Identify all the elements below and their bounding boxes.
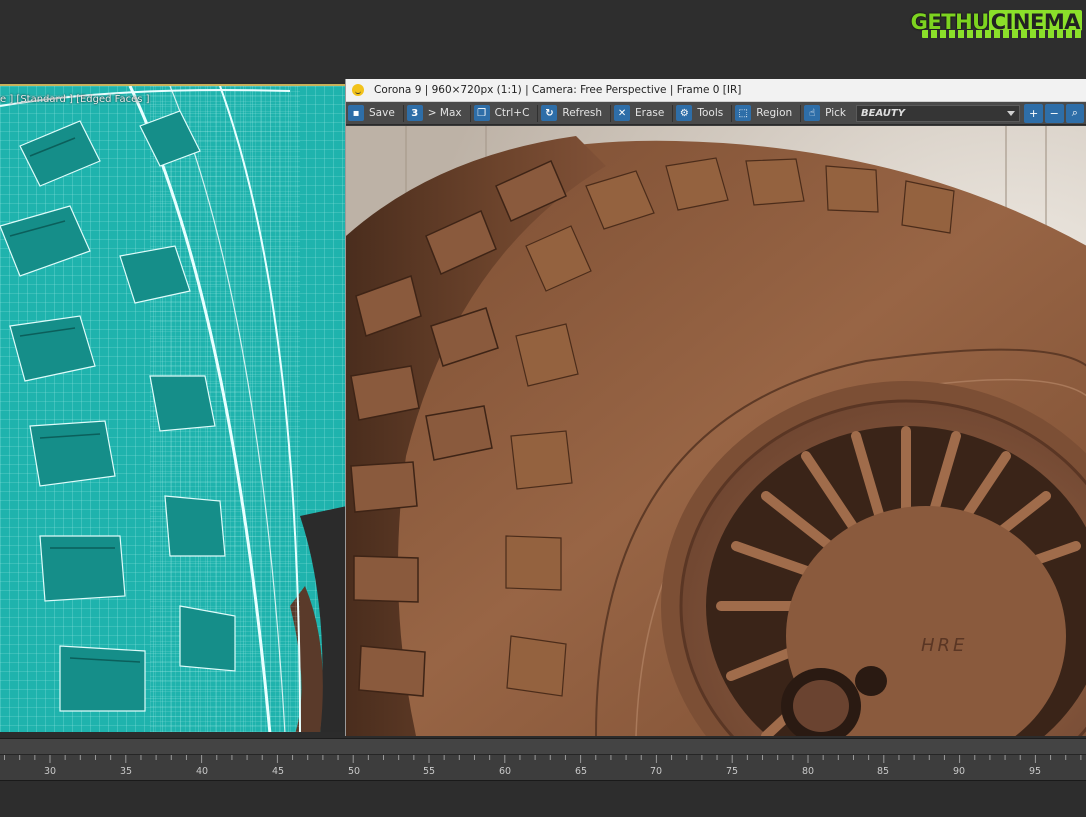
region-icon: ⬚ (735, 105, 752, 121)
pick-icon: ☝ (804, 105, 821, 121)
refresh-icon: ↻ (541, 105, 558, 121)
erase-button[interactable]: ✕ Erase (614, 103, 668, 124)
pick-button[interactable]: ☝ Pick (804, 103, 850, 124)
ruler-ticks (4, 755, 1082, 763)
tick-label-70: 70 (649, 766, 663, 777)
tick-label-95: 95 (1028, 766, 1042, 777)
wireframe-tire-render (0, 86, 347, 732)
render-toolbar: ▪ Save 3 > Max ❐ Ctrl+C ↻ Refresh ✕ Eras… (346, 102, 1086, 125)
chevron-down-icon (1007, 110, 1016, 116)
tick-label-75: 75 (725, 766, 739, 777)
render-pass-dropdown[interactable]: BEAUTY (856, 104, 1021, 122)
copy-icon: ❐ (473, 105, 490, 121)
tools-button[interactable]: ⚙ Tools (676, 103, 727, 124)
zoom-in-icon[interactable]: + (1024, 103, 1043, 123)
max-icon: 3 (406, 105, 423, 121)
tick-label-60: 60 (498, 766, 512, 777)
region-button[interactable]: ⬚ Region (735, 103, 796, 124)
zoom-out-icon[interactable]: − (1044, 103, 1064, 123)
time-slider-track[interactable] (0, 739, 1086, 755)
tick-label-50: 50 (347, 766, 361, 777)
main-toolbar-area: GETHU CINEMA (0, 0, 1086, 82)
region-button-label: Region (756, 107, 793, 119)
zoom-fit-icon[interactable]: ⌕ (1065, 103, 1085, 123)
toolbar-separator (800, 104, 802, 122)
tick-label-90: 90 (952, 766, 966, 777)
toolbar-separator (469, 104, 471, 122)
erase-button-label: Erase (635, 107, 665, 119)
tick-label-85: 85 (876, 766, 890, 777)
refresh-button-label: Refresh (562, 107, 603, 119)
viewport-label[interactable]: e ] [Standard ] [Edged Faces ] (0, 94, 150, 105)
tick-label-40: 40 (195, 766, 209, 777)
status-bar (0, 780, 1086, 817)
tire-render-image: HRE (346, 126, 1086, 736)
pick-button-label: Pick (825, 107, 847, 119)
toolbar-separator (672, 104, 674, 122)
erase-icon: ✕ (614, 105, 631, 121)
rendered-image: HRE (346, 126, 1086, 736)
tick-label-65: 65 (574, 766, 588, 777)
render-pass-value: BEAUTY (861, 107, 905, 119)
tools-button-label: Tools (697, 107, 724, 119)
watermark-film-strip (922, 30, 1082, 38)
render-window-title: Corona 9 | 960×720px (1:1) | Camera: Fre… (374, 84, 742, 96)
tick-label-30: 30 (43, 766, 57, 777)
copy-button-label: Ctrl+C (494, 107, 530, 119)
gear-icon: ⚙ (676, 105, 693, 121)
timeline[interactable]: 30 35 40 45 50 55 60 65 70 75 80 85 90 9… (0, 738, 1086, 780)
app-window: GETHU CINEMA e ] [Standard ] [Edged Faces… (0, 0, 1086, 817)
toolbar-separator (731, 104, 733, 122)
toolbar-separator (537, 104, 539, 122)
tick-label-80: 80 (801, 766, 815, 777)
send-to-max-button[interactable]: 3 > Max (406, 103, 466, 124)
render-frame-window[interactable]: Corona 9 | 960×720px (1:1) | Camera: Fre… (345, 79, 1086, 736)
copy-button[interactable]: ❐ Ctrl+C (473, 103, 534, 124)
save-button[interactable]: ▪ Save (348, 103, 399, 124)
tick-label-55: 55 (422, 766, 436, 777)
tick-label-45: 45 (271, 766, 285, 777)
viewport-perspective[interactable]: e ] [Standard ] [Edged Faces ] (0, 84, 347, 732)
render-window-titlebar[interactable]: Corona 9 | 960×720px (1:1) | Camera: Fre… (346, 79, 1086, 102)
toolbar-separator (610, 104, 612, 122)
tick-label-35: 35 (119, 766, 133, 777)
timeline-ruler[interactable]: 30 35 40 45 50 55 60 65 70 75 80 85 90 9… (0, 755, 1086, 781)
rim-logo-text: HRE (921, 635, 967, 656)
refresh-button[interactable]: ↻ Refresh (541, 103, 606, 124)
corona-app-icon (352, 84, 364, 96)
save-button-label: Save (369, 107, 395, 119)
save-icon: ▪ (348, 105, 364, 121)
send-to-max-label: > Max (427, 107, 462, 119)
toolbar-separator (402, 104, 404, 122)
